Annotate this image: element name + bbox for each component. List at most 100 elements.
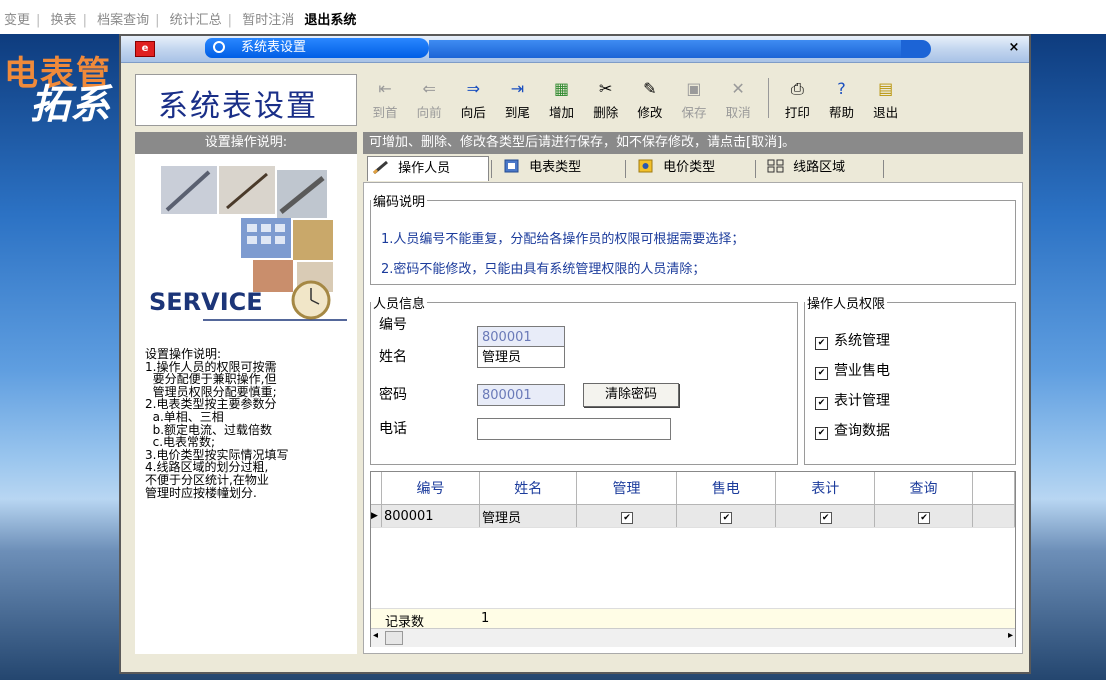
menu-separator: | <box>227 13 233 28</box>
menu-item-exit-system[interactable]: 退出系统 <box>304 9 356 28</box>
menu-separator: | <box>82 13 87 28</box>
permissions-legend: 操作人员权限 <box>807 297 886 312</box>
cell-name[interactable]: 管理员 <box>479 504 578 528</box>
title-bar[interactable]: e 系统表设置 × <box>121 36 1029 63</box>
password-field[interactable]: 800001 <box>477 384 565 406</box>
tab-line-regions[interactable]: 线路区域 <box>763 156 877 180</box>
delete-button[interactable]: ✂ 删除 <box>586 74 626 126</box>
cell-id[interactable]: 800001 <box>381 504 481 528</box>
next-record-button[interactable]: ⇒ 向后 <box>453 74 493 126</box>
code-rule-1: 1.人员编号不能重复，分配给各操作员的权限可根据需要选择； <box>381 232 745 247</box>
first-icon: ⇤ <box>378 79 392 98</box>
system-settings-dialog: e 系统表设置 × 系统表设置 ⇤ 到首 ⇐ 向前 ⇒ 向后 ⇥ 到尾 ▦ 增加… <box>119 34 1031 674</box>
app-icon: e <box>135 41 155 57</box>
horizontal-scrollbar[interactable]: ◂ ▸ <box>371 628 1015 647</box>
perm-sales-checkbox[interactable]: ✔ 营业售电 <box>815 360 890 380</box>
grid-footer: 记录数 1 <box>371 608 1015 630</box>
cell-manage[interactable]: ✔ <box>576 504 677 528</box>
menu-item-archive-query[interactable]: 档案查询 <box>97 9 149 28</box>
checkbox-checked-icon: ✔ <box>720 511 733 524</box>
code-description-group: 编码说明 1.人员编号不能重复，分配给各操作员的权限可根据需要选择； 2.密码不… <box>370 191 1016 285</box>
perm-system-manage-checkbox[interactable]: ✔ 系统管理 <box>815 330 890 350</box>
checkbox-checked-icon: ✔ <box>815 367 828 380</box>
edit-button[interactable]: ✎ 修改 <box>630 74 670 126</box>
last-icon: ⇥ <box>510 79 525 98</box>
close-button[interactable]: × <box>1007 41 1021 55</box>
edit-icon: ✎ <box>643 79 657 98</box>
checkbox-checked-icon: ✔ <box>621 511 634 524</box>
checkbox-checked-icon: ✔ <box>815 397 828 410</box>
cell-meter[interactable]: ✔ <box>775 504 876 528</box>
name-field[interactable]: 管理员 <box>477 346 565 368</box>
checkbox-checked-icon: ✔ <box>918 511 931 524</box>
left-panel-instructions: 设置操作说明: 1.操作人员的权限可按需 要分配便于兼职操作,但 管理员权限分配… <box>145 347 289 500</box>
scissors-icon: ✂ <box>599 79 613 98</box>
tab-separator <box>491 160 492 178</box>
tab-separator <box>883 160 884 178</box>
table-row[interactable]: ▶ 800001 管理员 ✔ ✔ ✔ ✔ <box>371 504 1016 528</box>
checkbox-checked-icon: ✔ <box>815 337 828 350</box>
tab-operators[interactable]: 操作人员 <box>367 156 489 181</box>
help-button[interactable]: ? 帮助 <box>822 74 862 126</box>
save-button[interactable]: ▣ 保存 <box>674 74 714 126</box>
scroll-right-arrow-icon[interactable]: ▸ <box>1008 630 1013 641</box>
add-button[interactable]: ▦ 增加 <box>542 74 582 126</box>
menu-item-swap-meter[interactable]: 换表 <box>51 9 77 28</box>
cancel-button[interactable]: ✕ 取消 <box>718 74 758 126</box>
first-record-button[interactable]: ⇤ 到首 <box>365 74 405 126</box>
tab-price-types[interactable]: 电价类型 <box>633 156 747 180</box>
password-label: 密码 <box>379 387 407 403</box>
id-field[interactable]: 800001 <box>477 326 565 348</box>
last-record-button[interactable]: ⇥ 到尾 <box>497 74 537 126</box>
menu-item-temp-cancel[interactable]: 暂时注消 <box>242 9 294 28</box>
menu-item-change[interactable]: 变更 <box>4 9 30 28</box>
toolbar-separator <box>768 78 770 118</box>
service-illustration-image: SERVICE <box>149 166 347 321</box>
column-header-id[interactable]: 编号 <box>381 472 481 505</box>
left-panel-heading: 设置操作说明: <box>135 132 357 154</box>
code-rule-2: 2.密码不能修改，只能由具有系统管理权限的人员清除； <box>381 262 706 277</box>
title-bar-band <box>429 40 911 58</box>
cell-sell[interactable]: ✔ <box>676 504 777 528</box>
prev-record-button[interactable]: ⇐ 向前 <box>409 74 449 126</box>
column-header-sell[interactable]: 售电 <box>676 472 777 505</box>
cell-query[interactable]: ✔ <box>874 504 973 528</box>
title-circle-icon <box>213 41 225 53</box>
perm-meter-manage-checkbox[interactable]: ✔ 表计管理 <box>815 390 890 410</box>
exit-button[interactable]: ▤ 退出 <box>866 74 906 126</box>
price-book-icon <box>638 159 653 173</box>
tab-meter-types[interactable]: 电表类型 <box>499 156 613 180</box>
window-title: 系统表设置 <box>241 40 307 55</box>
help-icon: ? <box>837 79 846 98</box>
clipboard-icon <box>504 159 519 173</box>
caption-box: 系统表设置 <box>135 74 357 126</box>
toolbar: ⇤ 到首 ⇐ 向前 ⇒ 向后 ⇥ 到尾 ▦ 增加 ✂ 删除 ✎ 修改 ▣ 保存 <box>365 74 906 126</box>
cross-icon: ✕ <box>731 79 745 98</box>
phone-field[interactable] <box>477 418 671 440</box>
phone-label: 电话 <box>379 421 407 437</box>
print-button[interactable]: ⎙ 打印 <box>777 74 817 126</box>
background-subtitle: 拓系 <box>30 81 110 128</box>
column-header-meter[interactable]: 表计 <box>775 472 876 505</box>
top-menu-bar: 变更 | 换表 | 档案查询 | 统计汇总 | 暂时注消 退出系统 <box>0 0 1106 34</box>
scrollbar-thumb[interactable] <box>385 631 403 645</box>
menu-item-statistics[interactable]: 统计汇总 <box>170 9 222 28</box>
column-header-name[interactable]: 姓名 <box>479 472 578 505</box>
column-header-manage[interactable]: 管理 <box>576 472 677 505</box>
clear-password-button[interactable]: 清除密码 <box>583 383 679 407</box>
scroll-left-arrow-icon[interactable]: ◂ <box>373 630 378 641</box>
id-label: 编号 <box>379 317 407 333</box>
current-row-pointer-icon: ▶ <box>371 504 382 528</box>
perm-query-checkbox[interactable]: ✔ 查询数据 <box>815 420 890 440</box>
pencil-icon <box>372 160 388 174</box>
menu-separator: | <box>36 13 41 28</box>
tab-separator <box>755 160 756 178</box>
info-bar: 可增加、删除、修改各类型后请进行保存，如不保存修改，请点击[取消]。 <box>363 132 1023 154</box>
add-record-icon: ▦ <box>554 79 570 98</box>
network-icon <box>767 159 784 173</box>
window-title-tab: 系统表设置 <box>205 38 429 58</box>
record-count-value: 1 <box>481 611 490 626</box>
caption-title: 系统表设置 <box>158 89 318 124</box>
column-header-query[interactable]: 查询 <box>874 472 973 505</box>
permissions-group: 操作人员权限 ✔ 系统管理 ✔ 营业售电 ✔ 表计管理 ✔ 查询数据 <box>804 293 1016 465</box>
